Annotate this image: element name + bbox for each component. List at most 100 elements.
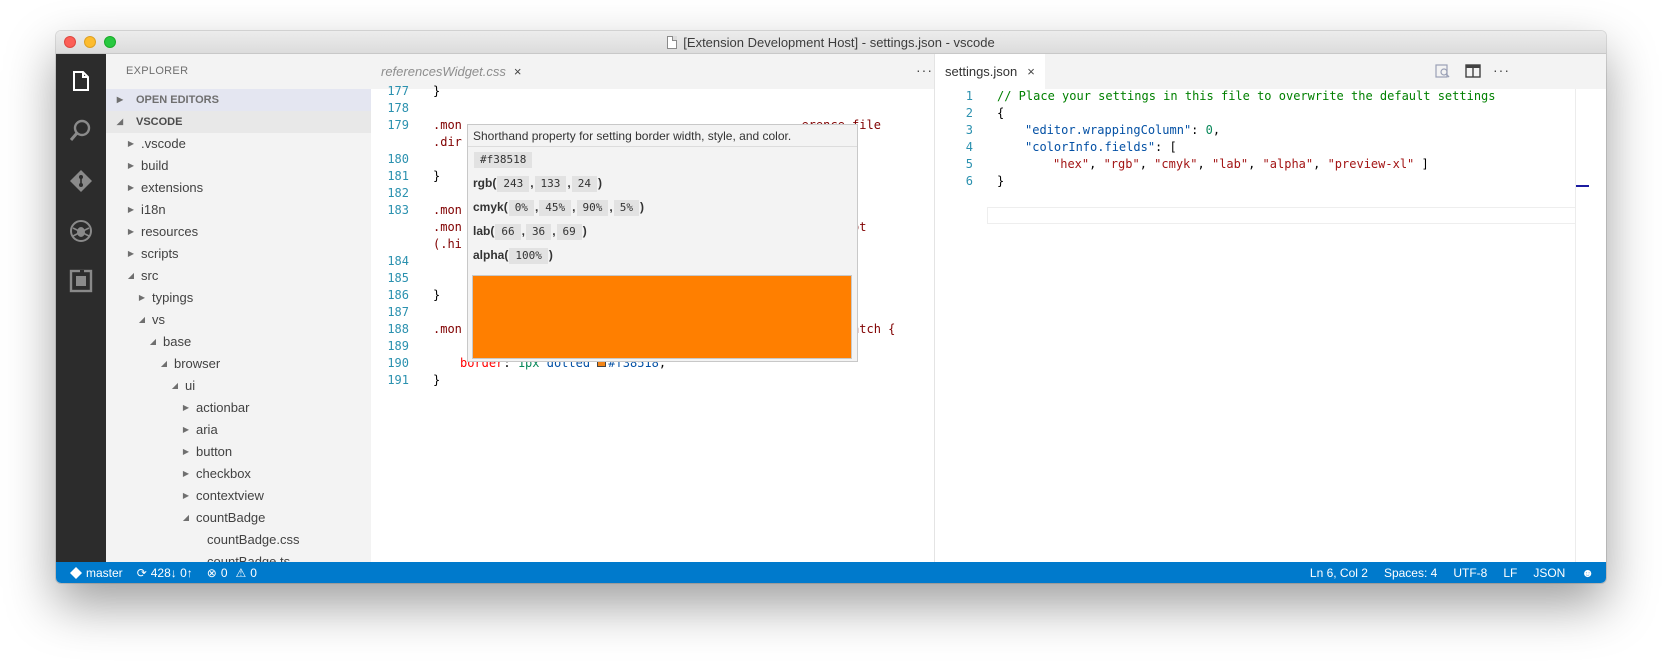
vertical-scrollbar[interactable] — [1575, 89, 1589, 562]
tab-settings-json[interactable]: settings.json × — [935, 54, 1045, 89]
json-string: "rgb" — [1103, 157, 1140, 171]
chevron-right-icon: ▶ — [116, 95, 124, 104]
punctuation: : — [1191, 123, 1206, 137]
project-section[interactable]: ◢ VSCODE — [106, 111, 371, 133]
close-icon[interactable]: × — [514, 64, 522, 79]
tree-item[interactable]: ◢ countBadge — [106, 507, 371, 529]
comma: , — [521, 224, 525, 238]
line-number: 188 — [387, 322, 409, 336]
rgb-value-chip[interactable]: 133 — [534, 176, 567, 192]
close-paren: ) — [598, 176, 603, 190]
punctuation: } — [997, 174, 1005, 188]
tree-item[interactable]: ▶ aria — [106, 419, 371, 441]
line-number: 191 — [387, 373, 409, 387]
branch-indicator[interactable]: master — [70, 566, 123, 580]
tree-item[interactable]: ◢ vs — [106, 309, 371, 331]
feedback-smiley-icon[interactable]: ☻ — [1581, 566, 1594, 580]
sync-indicator[interactable]: ⟳ 428↓ 0↑ — [137, 566, 193, 580]
problems-indicator[interactable]: ⊗ 0 ⚠ 0 — [207, 566, 257, 580]
rgb-value-chip[interactable]: 24 — [571, 176, 598, 192]
tree-item[interactable]: ▶ button — [106, 441, 371, 463]
tree-item[interactable]: ▶ i18n — [106, 199, 371, 221]
tree-item[interactable]: ▶ typings — [106, 287, 371, 309]
line-number: 178 — [387, 101, 409, 115]
lab-value-chip[interactable]: 66 — [495, 224, 521, 240]
tree-item[interactable]: ▶ contextview — [106, 485, 371, 507]
more-actions-icon[interactable]: ··· — [1493, 62, 1510, 78]
cmyk-value-chip[interactable]: 90% — [576, 200, 609, 216]
code-line: // Place your settings in this file to o… — [997, 89, 1496, 103]
open-editors-label: OPEN EDITORS — [136, 94, 219, 106]
error-count: 0 — [220, 565, 228, 580]
close-icon[interactable]: × — [1027, 64, 1035, 79]
window-controls — [64, 36, 116, 48]
debug-activity-button[interactable] — [56, 206, 106, 256]
scm-activity-button[interactable] — [56, 156, 106, 206]
split-editor-icon[interactable] — [1465, 64, 1481, 78]
tree-item-label: vs — [152, 312, 165, 327]
end-of-line[interactable]: LF — [1503, 566, 1517, 580]
tree-item[interactable]: ▶ resources — [106, 221, 371, 243]
tree-item[interactable]: ◢ browser — [106, 353, 371, 375]
tree-item[interactable]: ◢ ui — [106, 375, 371, 397]
tree-item[interactable]: ◢ base — [106, 331, 371, 353]
search-activity-button[interactable] — [56, 106, 106, 156]
tree-item[interactable]: ▶ scripts — [106, 243, 371, 265]
tree-item-label: contextview — [196, 488, 264, 503]
color-preview-swatch — [472, 275, 852, 359]
tree-item-label: extensions — [141, 180, 204, 195]
cmyk-value-chip[interactable]: 5% — [613, 200, 639, 216]
open-editors-section[interactable]: ▶ OPEN EDITORS — [106, 89, 371, 111]
tree-item-label: base — [163, 334, 192, 349]
cmyk-value-chip[interactable]: 0% — [508, 200, 534, 216]
line-number: 177 — [387, 84, 409, 98]
extensions-activity-button[interactable] — [56, 256, 106, 306]
tree-item[interactable]: ▶ actionbar — [106, 397, 371, 419]
chevron-right-icon: ▶ — [127, 139, 135, 148]
tree-item[interactable]: countBadge.css — [106, 529, 371, 551]
hover-lab-row: lab(66, 36, 69) — [468, 219, 857, 243]
line-number: 4 — [965, 140, 973, 154]
line-number: 184 — [387, 254, 409, 268]
chevron-down-icon: ◢ — [116, 117, 124, 126]
tab-bar-right: settings.json × ··· — [935, 54, 1606, 89]
more-actions-icon[interactable]: ··· — [916, 62, 933, 78]
json-string: "preview-xl" — [1327, 157, 1415, 171]
alpha-value-chip[interactable]: 100% — [509, 248, 548, 264]
chevron-right-icon: ▶ — [127, 205, 135, 214]
tree-item-label: countBadge — [196, 510, 266, 525]
hex-chip[interactable]: #f38518 — [474, 152, 533, 168]
tree-item[interactable]: ▶ checkbox — [106, 463, 371, 485]
window-title-wrap: [Extension Development Host] - settings.… — [667, 35, 995, 50]
git-icon — [70, 170, 92, 192]
tree-item-label: countBadge.css — [207, 532, 300, 547]
tree-item[interactable]: ▶ extensions — [106, 177, 371, 199]
cursor-position[interactable]: Ln 6, Col 2 — [1310, 566, 1368, 580]
line-number: 182 — [387, 186, 409, 200]
alpha-label: alpha( — [473, 248, 509, 262]
lab-label: lab( — [473, 224, 495, 238]
line-number: 190 — [387, 356, 409, 370]
tree-item[interactable]: ▶ build — [106, 155, 371, 177]
tree-item[interactable]: ◢ src — [106, 265, 371, 287]
encoding[interactable]: UTF-8 — [1453, 566, 1487, 580]
tree-item[interactable]: countBadge.ts — [106, 551, 371, 562]
tree-item[interactable]: ▶ .vscode — [106, 133, 371, 155]
comma: , — [567, 176, 571, 190]
rgb-value-chip[interactable]: 243 — [497, 176, 530, 192]
language-mode[interactable]: JSON — [1533, 566, 1565, 580]
line-number: 3 — [965, 123, 973, 137]
code-line: "hex", "rgb", "cmyk", "lab", "alpha", "p… — [1053, 157, 1429, 171]
zoom-window-button[interactable] — [104, 36, 116, 48]
close-window-button[interactable] — [64, 36, 76, 48]
lab-value-chip[interactable]: 36 — [525, 224, 552, 240]
indentation[interactable]: Spaces: 4 — [1384, 566, 1437, 580]
open-preview-icon[interactable] — [1435, 64, 1451, 78]
tree-item-label: aria — [196, 422, 218, 437]
cmyk-value-chip[interactable]: 45% — [539, 200, 572, 216]
lab-value-chip[interactable]: 69 — [556, 224, 582, 240]
json-string: "lab" — [1211, 157, 1249, 171]
explorer-activity-button[interactable] — [56, 56, 106, 106]
minimize-window-button[interactable] — [84, 36, 96, 48]
sync-icon: ⟳ — [136, 565, 147, 580]
